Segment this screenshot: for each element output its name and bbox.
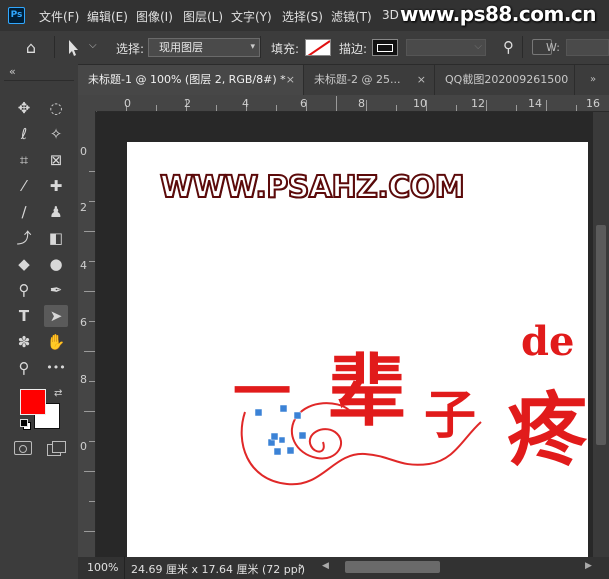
menu-3d[interactable]: 3D [382,8,399,22]
menu-image[interactable]: 图像(I) [136,8,173,25]
search-icon[interactable]: ⚲ [503,38,514,56]
width-label: W: [546,41,560,54]
menu-type[interactable]: 文字(Y) [231,8,272,25]
photoshop-logo: Ps [8,7,25,24]
paint-bucket-tool-icon[interactable]: ◆ [12,253,36,275]
history-brush-tool-icon[interactable]: ⤴ [12,227,36,249]
ruler-left-label: 0 [80,145,87,158]
status-menu-arrow-icon[interactable]: › [298,559,304,575]
vertical-scrollbar-thumb[interactable] [596,225,606,445]
horizontal-scrollbar-thumb[interactable] [345,561,440,573]
fill-label: 填充: [271,42,300,56]
tab-document-1[interactable]: 未标题-1 @ 100% (图层 2, RGB/8#) * × [78,65,304,95]
frame-tool-icon[interactable]: ⊠ [44,149,68,171]
tab-label: 未标题-1 @ 100% (图层 2, RGB/8#) * [88,73,286,86]
hand-tool-icon[interactable]: ✋ [44,331,68,353]
tab-overflow-icon[interactable]: » [590,74,596,85]
eraser-tool-icon[interactable]: ◧ [44,227,68,249]
move-tool-icon[interactable]: ✥ [12,97,36,119]
screen-mode-icon[interactable] [47,441,66,456]
stroke-width-field[interactable]: ⌵ [406,39,486,56]
clone-stamp-tool-icon[interactable]: ♟ [44,201,68,223]
ruler-left-label: 6 [80,316,87,329]
stroke-label: 描边: [339,42,368,56]
path-selection-tool-icon[interactable]: ➤ [44,305,68,327]
ruler-left-ticks [84,171,95,532]
default-colors-icon[interactable] [20,419,31,430]
ruler-left-label: 2 [80,201,87,214]
chevron-down-icon[interactable]: ⌵ [89,40,97,51]
select-dropdown-value: 现用图层 [159,41,203,54]
scroll-right-icon[interactable]: ▶ [585,561,592,571]
menu-file[interactable]: 文件(F) [39,8,79,25]
ruler-top-label: 14 [528,97,542,110]
marquee-tool-icon[interactable]: ◌ [44,97,68,119]
ruler-top-label: 8 [358,97,365,110]
menu-layer[interactable]: 图层(L) [183,8,223,25]
lasso-tool-icon[interactable]: ℓ [12,123,36,145]
more-tools-icon[interactable]: ••• [44,357,68,379]
path-curve[interactable] [127,142,588,557]
ruler-left[interactable] [78,111,96,557]
ruler-top-label: 4 [242,97,249,110]
divider [54,36,55,58]
document-canvas[interactable]: WWW.PSAHZ.COM de 一 辈 子 疼 [127,142,588,557]
tab-document-3[interactable]: QQ截图202009261500 [435,65,575,95]
document-size: 24.69 厘米 x 17.64 厘米 (72 ppi) [131,563,306,576]
ruler-left-label: 4 [80,259,87,272]
close-icon[interactable]: × [417,65,426,95]
swap-colors-icon[interactable]: ⇄ [54,388,62,399]
tab-label: 未标题-2 @ 25... [314,73,401,86]
close-icon[interactable]: × [286,65,295,95]
ruler-left-label: 0 [80,440,87,453]
ruler-top-label: 6 [300,97,307,110]
chevron-down-icon: ⌵ [474,41,482,52]
width-field[interactable] [566,39,609,56]
divider [4,80,74,81]
home-icon[interactable]: ⌂ [20,38,42,58]
stroke-swatch[interactable] [372,39,398,56]
scroll-left-icon[interactable]: ◀ [322,561,329,571]
crop-tool-icon[interactable]: ⌗ [12,149,36,171]
ruler-top-label: 2 [184,97,191,110]
ruler-top-label: 12 [471,97,485,110]
tab-document-2[interactable]: 未标题-2 @ 25... × [304,65,435,95]
ruler-left-label: 8 [80,373,87,386]
tab-label: QQ截图202009261500 [445,73,569,86]
divider [260,36,261,58]
menu-filter[interactable]: 滤镜(T) [331,8,372,25]
divider [522,36,523,58]
chevron-down-icon: ▾ [250,42,255,52]
foreground-color-swatch[interactable] [20,389,46,415]
eyedropper-tool-icon[interactable]: ⁄ [12,175,36,197]
ruler-corner [78,95,97,111]
select-dropdown[interactable]: 现用图层 ▾ [148,38,260,57]
zoom-level[interactable]: 100% [87,561,118,574]
type-tool-icon[interactable]: T [12,305,36,327]
ruler-top-label: 0 [124,97,131,110]
brush-tool-icon[interactable]: ∕ [12,201,36,223]
dodge-tool-icon[interactable]: ⚲ [12,279,36,301]
custom-shape-tool-icon[interactable]: ✽ [12,331,36,353]
fill-swatch[interactable] [305,39,331,56]
watermark-text: www.ps88.com.cn [400,2,597,26]
select-label: 选择: [116,42,145,56]
blur-tool-icon[interactable]: ● [44,253,68,275]
pen-tool-icon[interactable]: ✒ [44,279,68,301]
healing-brush-tool-icon[interactable]: ✚ [44,175,68,197]
panel-collapse-icon[interactable]: « [9,65,16,78]
menu-select[interactable]: 选择(S) [282,8,323,25]
menu-edit[interactable]: 编辑(E) [87,8,128,25]
ruler-top-label: 16 [586,97,600,110]
quick-mask-icon[interactable] [14,441,32,455]
divider [124,556,125,579]
zoom-tool-icon[interactable]: ⚲ [12,357,36,379]
magic-wand-tool-icon[interactable]: ✧ [44,123,68,145]
ruler-top-label: 10 [413,97,427,110]
path-selection-tool-icon[interactable] [64,38,82,58]
